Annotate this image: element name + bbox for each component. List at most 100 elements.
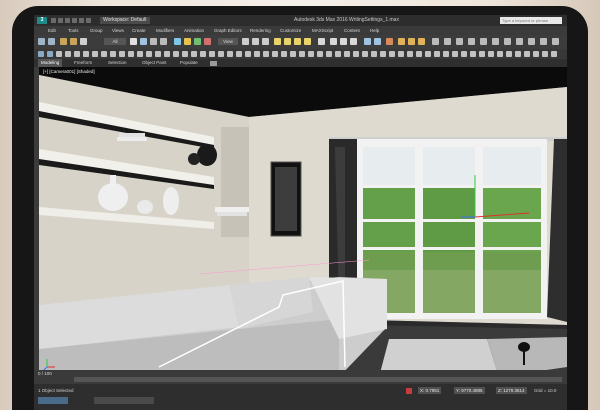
toolbar-extra-icon[interactable] <box>516 38 523 45</box>
tool-icon[interactable] <box>83 51 89 57</box>
coord-x[interactable]: X: 0.7951 <box>418 387 442 394</box>
menu-help[interactable]: Help <box>370 26 379 35</box>
toolbar-extra-icon[interactable] <box>528 38 535 45</box>
coord-z[interactable]: Z: 1279.3614 <box>496 387 527 394</box>
toolbar-extra-icon[interactable] <box>492 38 499 45</box>
tool-icon[interactable] <box>38 51 44 57</box>
tool-icon[interactable] <box>155 51 161 57</box>
tab-selection[interactable]: Selection <box>108 59 127 67</box>
render-production-icon[interactable] <box>418 38 425 45</box>
tool-icon[interactable] <box>533 51 539 57</box>
menu-animation[interactable]: Animation <box>184 26 204 35</box>
tool-icon[interactable] <box>209 51 215 57</box>
undo-icon[interactable] <box>38 38 45 45</box>
lock-selection-icon[interactable] <box>406 388 412 394</box>
project-folder-icon[interactable] <box>86 18 91 23</box>
mirror-icon[interactable] <box>330 38 337 45</box>
menu-rendering[interactable]: Rendering <box>250 26 271 35</box>
tool-icon[interactable] <box>281 51 287 57</box>
select-by-name-icon[interactable] <box>140 38 147 45</box>
tool-icon[interactable] <box>245 51 251 57</box>
tool-icon[interactable] <box>461 51 467 57</box>
tool-icon[interactable] <box>380 51 386 57</box>
tool-icon[interactable] <box>182 51 188 57</box>
viewport-label[interactable]: [+] [Camera001] [Shaded] <box>43 69 95 74</box>
menu-edit[interactable]: Edit <box>48 26 56 35</box>
rectangular-selection-icon[interactable] <box>150 38 157 45</box>
tool-icon[interactable] <box>416 51 422 57</box>
menu-tools[interactable]: Tools <box>68 26 79 35</box>
menu-group[interactable]: Group <box>90 26 103 35</box>
app-logo[interactable]: 3 <box>37 17 47 24</box>
tool-icon[interactable] <box>506 51 512 57</box>
tool-icon[interactable] <box>92 51 98 57</box>
tool-icon[interactable] <box>479 51 485 57</box>
coord-y[interactable]: Y: 9770.4885 <box>454 387 485 394</box>
search-input[interactable]: Type a keyword or phrase <box>500 17 562 24</box>
workspace-selector[interactable]: Workspace: Default <box>100 17 150 24</box>
tool-icon[interactable] <box>425 51 431 57</box>
frame-counter[interactable]: 0 / 100 <box>38 371 52 376</box>
align-icon[interactable] <box>340 38 347 45</box>
maxscript-listener[interactable] <box>38 397 68 404</box>
tool-icon[interactable] <box>407 51 413 57</box>
menu-modifiers[interactable]: Modifiers <box>156 26 174 35</box>
toolbar-extra-icon[interactable] <box>444 38 451 45</box>
new-file-icon[interactable] <box>51 18 56 23</box>
timeline-track[interactable] <box>74 377 562 382</box>
tool-icon[interactable] <box>191 51 197 57</box>
reference-coordinate-dropdown[interactable]: View <box>218 38 238 45</box>
tool-icon[interactable] <box>443 51 449 57</box>
angle-snap-icon[interactable] <box>284 38 291 45</box>
layer-explorer-icon[interactable] <box>350 38 357 45</box>
menu-maxscript[interactable]: MAXScript <box>312 26 333 35</box>
toolbar-extra-icon[interactable] <box>468 38 475 45</box>
link-icon[interactable] <box>60 38 67 45</box>
tool-icon[interactable] <box>56 51 62 57</box>
tool-icon[interactable] <box>236 51 242 57</box>
selection-filter-dropdown[interactable]: All <box>104 38 126 45</box>
window-crossing-icon[interactable] <box>160 38 167 45</box>
place-icon[interactable] <box>204 38 211 45</box>
tool-icon[interactable] <box>299 51 305 57</box>
scale-icon[interactable] <box>194 38 201 45</box>
menu-graph-editors[interactable]: Graph Editors <box>214 26 242 35</box>
select-manipulate-icon[interactable] <box>252 38 259 45</box>
tool-icon[interactable] <box>254 51 260 57</box>
toolbar-extra-icon[interactable] <box>456 38 463 45</box>
tool-icon[interactable] <box>272 51 278 57</box>
menu-content[interactable]: Content <box>344 26 360 35</box>
tool-icon[interactable] <box>128 51 134 57</box>
bind-space-warp-icon[interactable] <box>80 38 87 45</box>
tool-icon[interactable] <box>452 51 458 57</box>
tool-icon[interactable] <box>47 51 53 57</box>
tool-icon[interactable] <box>542 51 548 57</box>
toolbar-extra-icon[interactable] <box>540 38 547 45</box>
tab-object-paint[interactable]: Object Paint <box>142 59 167 67</box>
undo-icon[interactable] <box>72 18 77 23</box>
curve-editor-icon[interactable] <box>364 38 371 45</box>
tool-icon[interactable] <box>137 51 143 57</box>
named-selection-icon[interactable] <box>318 38 325 45</box>
menu-create[interactable]: Create <box>132 26 146 35</box>
tool-icon[interactable] <box>497 51 503 57</box>
tab-modeling[interactable]: Modeling <box>38 59 63 67</box>
toolbar-extra-icon[interactable] <box>552 38 559 45</box>
tool-icon[interactable] <box>146 51 152 57</box>
tool-icon[interactable] <box>110 51 116 57</box>
tool-icon[interactable] <box>434 51 440 57</box>
viewport-layout-icon[interactable] <box>432 38 439 45</box>
open-file-icon[interactable] <box>58 18 63 23</box>
tool-icon[interactable] <box>173 51 179 57</box>
pivot-center-icon[interactable] <box>242 38 249 45</box>
menu-views[interactable]: Views <box>112 26 124 35</box>
tool-icon[interactable] <box>119 51 125 57</box>
tool-icon[interactable] <box>362 51 368 57</box>
tool-icon[interactable] <box>335 51 341 57</box>
tool-icon[interactable] <box>164 51 170 57</box>
tool-icon[interactable] <box>218 51 224 57</box>
tool-icon[interactable] <box>263 51 269 57</box>
menu-customize[interactable]: Customize <box>280 26 301 35</box>
tool-icon[interactable] <box>317 51 323 57</box>
tool-icon[interactable] <box>227 51 233 57</box>
